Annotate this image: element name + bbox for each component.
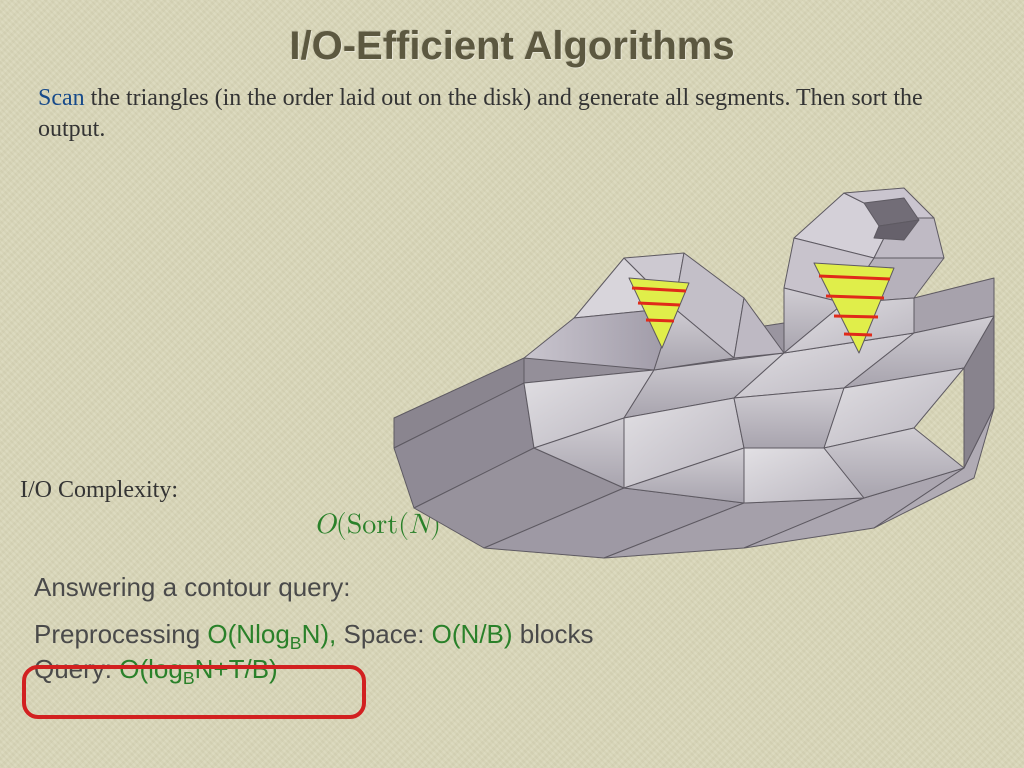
intro-scan-word: Scan bbox=[38, 85, 85, 111]
query-pre: O(log bbox=[119, 654, 183, 684]
query-sub: B bbox=[183, 669, 195, 689]
query-line: Query: O(logBN+T/B) bbox=[34, 652, 990, 687]
intro-paragraph: Scan the triangles (in the order laid ou… bbox=[38, 83, 986, 145]
space-label: Space: bbox=[336, 619, 431, 649]
formula-O: O bbox=[314, 511, 336, 539]
preproc-label: Preprocessing bbox=[34, 619, 207, 649]
intro-rest: the triangles (in the order laid out on … bbox=[38, 85, 923, 142]
slide-title: I/O-Efficient Algorithms bbox=[34, 24, 990, 69]
query-post: N+T/B) bbox=[195, 654, 278, 684]
preproc-sub: B bbox=[290, 634, 302, 654]
terrain-mesh-figure bbox=[374, 148, 1014, 568]
space-complexity: O(N/B) bbox=[432, 619, 513, 649]
preproc-complexity: O(NlogBN), bbox=[207, 619, 336, 649]
answering-label: Answering a contour query: bbox=[34, 572, 990, 603]
preproc-post: N), bbox=[302, 619, 337, 649]
terrain-mesh-svg bbox=[374, 148, 1014, 568]
formula-lparen: ( bbox=[336, 511, 347, 539]
query-complexity: O(logBN+T/B) bbox=[119, 654, 277, 684]
slide: I/O-Efficient Algorithms Scan the triang… bbox=[0, 0, 1024, 768]
preprocessing-line: Preprocessing O(NlogBN), Space: O(N/B) b… bbox=[34, 617, 990, 652]
preproc-pre: O(Nlog bbox=[207, 619, 289, 649]
query-label: Query: bbox=[34, 654, 119, 684]
blocks-word: blocks bbox=[513, 619, 594, 649]
